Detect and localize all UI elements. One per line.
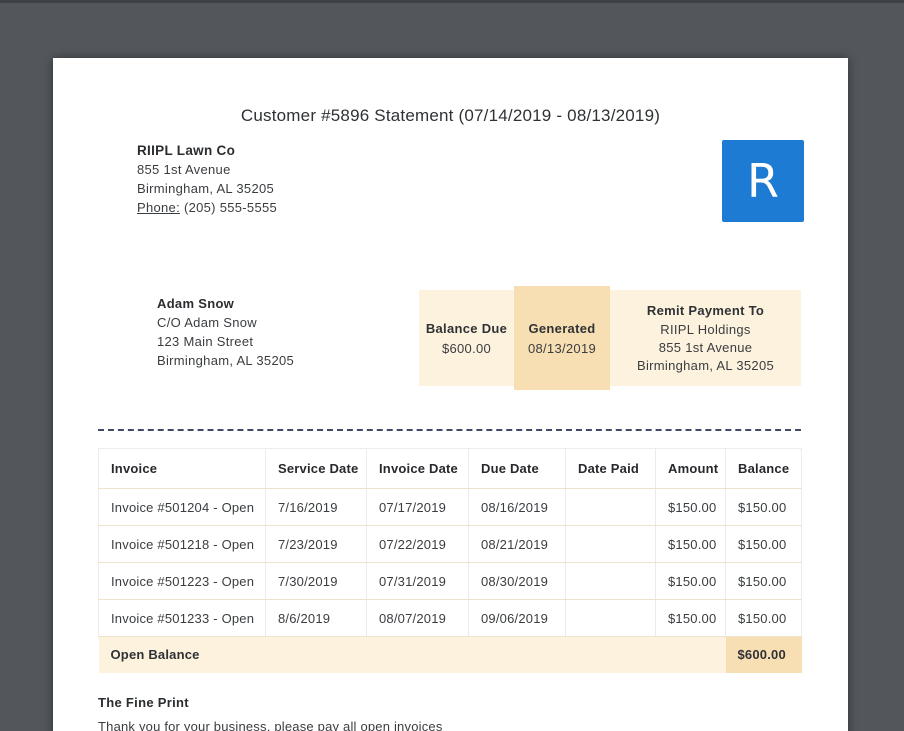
open-balance-row: Open Balance $600.00 — [98, 636, 802, 673]
col-header-invoice-date: Invoice Date — [366, 448, 469, 489]
balance-cell: $150.00 — [725, 525, 802, 563]
col-header-balance: Balance — [725, 448, 802, 489]
logo-letter-icon: R — [747, 154, 779, 208]
balance-cell: $150.00 — [725, 599, 802, 637]
service-date-cell: 8/6/2019 — [265, 599, 367, 637]
fine-print-heading: The Fine Print — [98, 695, 189, 710]
company-address-line1: 855 1st Avenue — [137, 162, 231, 177]
dashed-separator — [98, 429, 801, 431]
statement-title: Customer #5896 Statement (07/14/2019 - 0… — [240, 106, 661, 125]
company-phone-line: Phone: (205) 555-5555 — [137, 198, 277, 217]
customer-care-of: C/O Adam Snow — [157, 315, 257, 330]
remit-address-line2: Birmingham, AL 35205 — [636, 357, 775, 373]
statement-page: Customer #5896 Statement (07/14/2019 - 0… — [53, 58, 848, 731]
invoice-cell: Invoice #501218 - Open — [98, 525, 266, 563]
balance-due-box: Balance Due $600.00 — [419, 290, 514, 386]
date-paid-cell — [565, 562, 656, 600]
col-header-due-date: Due Date — [468, 448, 566, 489]
remit-address-line1: 855 1st Avenue — [658, 339, 753, 355]
due-date-cell: 08/30/2019 — [468, 562, 566, 600]
company-name: RIIPL Lawn Co — [137, 143, 236, 158]
service-date-cell: 7/16/2019 — [265, 488, 367, 526]
service-date-cell: 7/23/2019 — [265, 525, 367, 563]
generated-value: 08/13/2019 — [527, 340, 597, 356]
invoice-date-cell: 07/22/2019 — [366, 525, 469, 563]
phone-number: (205) 555-5555 — [183, 200, 278, 215]
table-row: Invoice #501223 - Open 7/30/2019 07/31/2… — [98, 562, 802, 600]
viewer-top-edge — [0, 0, 904, 3]
customer-name: Adam Snow — [157, 296, 235, 311]
balance-due-label: Balance Due — [425, 320, 508, 336]
col-header-date-paid: Date Paid — [565, 448, 656, 489]
col-header-invoice: Invoice — [98, 448, 266, 489]
phone-label: Phone: — [137, 200, 181, 215]
company-address-block: RIIPL Lawn Co 855 1st Avenue Birmingham,… — [137, 141, 277, 217]
open-balance-label: Open Balance — [98, 636, 726, 673]
invoice-cell: Invoice #501204 - Open — [98, 488, 266, 526]
customer-address-line2: Birmingham, AL 35205 — [157, 353, 295, 368]
balance-due-value: $600.00 — [441, 340, 492, 356]
balance-cell: $150.00 — [725, 488, 802, 526]
remit-name: RIIPL Holdings — [660, 321, 751, 337]
open-balance-value: $600.00 — [725, 636, 802, 673]
balance-cell: $150.00 — [725, 562, 802, 600]
invoice-cell: Invoice #501233 - Open — [98, 599, 266, 637]
invoice-date-cell: 07/17/2019 — [366, 488, 469, 526]
summary-strip: Balance Due $600.00 Generated 08/13/2019… — [419, 286, 801, 390]
customer-address-line1: 123 Main Street — [157, 334, 254, 349]
col-header-amount: Amount — [655, 448, 726, 489]
amount-cell: $150.00 — [655, 599, 726, 637]
invoice-table: Invoice Service Date Invoice Date Due Da… — [98, 448, 802, 673]
invoice-date-cell: 08/07/2019 — [366, 599, 469, 637]
invoice-cell: Invoice #501223 - Open — [98, 562, 266, 600]
date-paid-cell — [565, 488, 656, 526]
fine-print-text: Thank you for your business, please pay … — [98, 719, 443, 731]
customer-address-block: Adam Snow C/O Adam Snow 123 Main Street … — [157, 294, 294, 370]
amount-cell: $150.00 — [655, 525, 726, 563]
company-logo: R — [722, 140, 804, 222]
amount-cell: $150.00 — [655, 562, 726, 600]
amount-cell: $150.00 — [655, 488, 726, 526]
service-date-cell: 7/30/2019 — [265, 562, 367, 600]
remit-payment-box: Remit Payment To RIIPL Holdings 855 1st … — [610, 290, 801, 386]
table-header-row: Invoice Service Date Invoice Date Due Da… — [98, 448, 802, 489]
due-date-cell: 08/16/2019 — [468, 488, 566, 526]
generated-box: Generated 08/13/2019 — [514, 286, 610, 390]
date-paid-cell — [565, 525, 656, 563]
col-header-service-date: Service Date — [265, 448, 367, 489]
remit-label: Remit Payment To — [646, 302, 765, 318]
due-date-cell: 09/06/2019 — [468, 599, 566, 637]
table-row: Invoice #501218 - Open 7/23/2019 07/22/2… — [98, 525, 802, 563]
table-row: Invoice #501233 - Open 8/6/2019 08/07/20… — [98, 599, 802, 637]
table-row: Invoice #501204 - Open 7/16/2019 07/17/2… — [98, 488, 802, 526]
invoice-date-cell: 07/31/2019 — [366, 562, 469, 600]
company-address-line2: Birmingham, AL 35205 — [137, 181, 275, 196]
due-date-cell: 08/21/2019 — [468, 525, 566, 563]
date-paid-cell — [565, 599, 656, 637]
generated-label: Generated — [528, 320, 596, 336]
